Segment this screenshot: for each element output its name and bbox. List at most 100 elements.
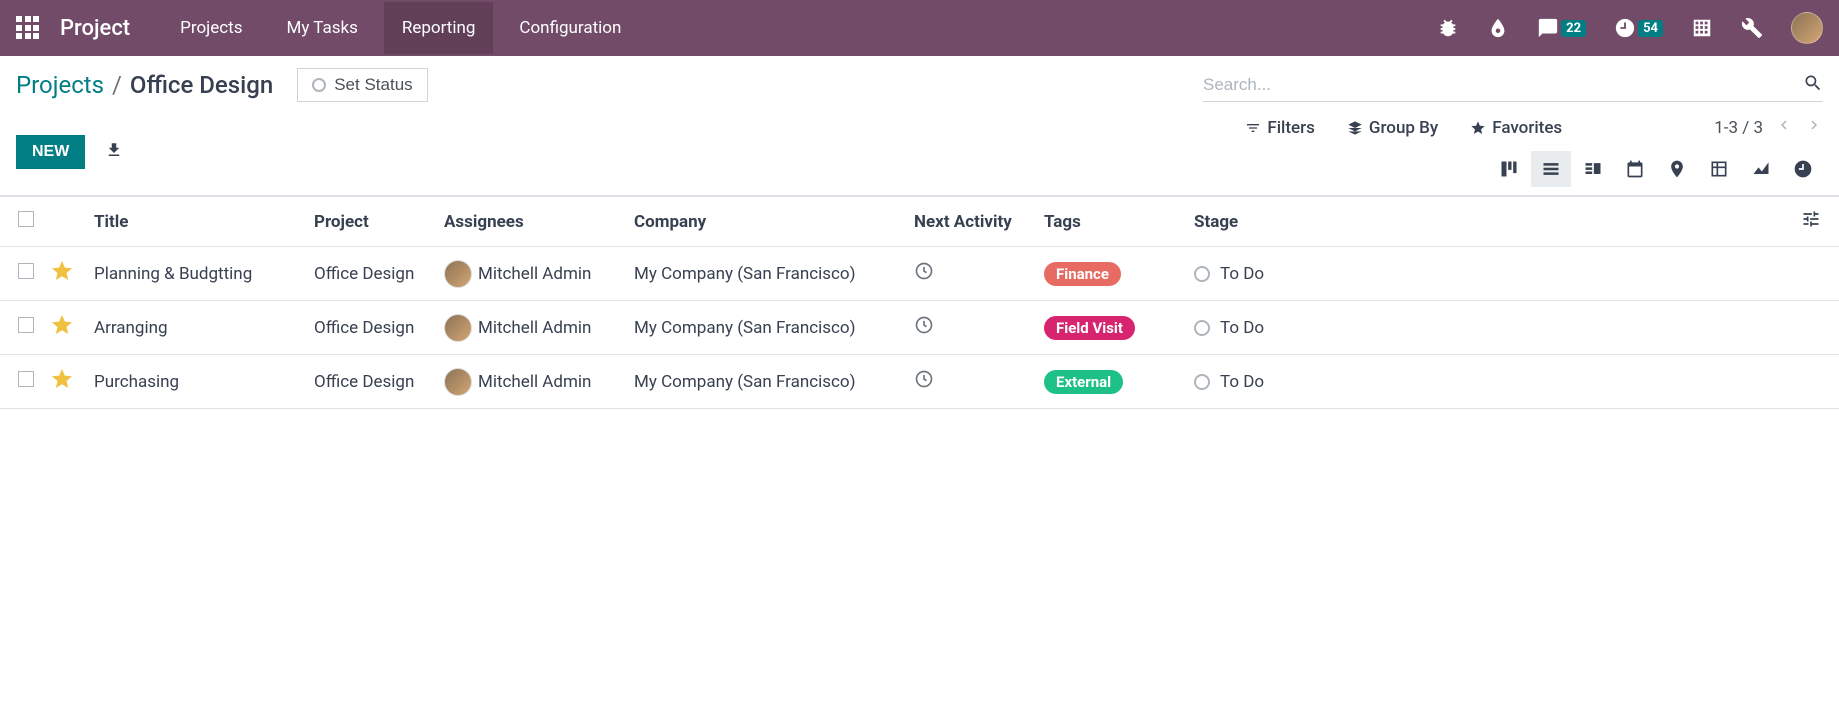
cell-activity[interactable]: [906, 355, 1036, 409]
search-icon[interactable]: [1803, 73, 1823, 97]
task-table: Title Project Assignees Company Next Act…: [0, 196, 1839, 409]
row-checkbox[interactable]: [18, 371, 34, 387]
nav-reporting[interactable]: Reporting: [384, 2, 494, 54]
search-options-row: Filters Group By Favorites 1-3 / 3: [1245, 116, 1823, 139]
cell-project: Office Design: [306, 355, 436, 409]
assignee-avatar: [444, 368, 472, 396]
table-row[interactable]: Planning & Budgtting Office Design Mitch…: [0, 247, 1839, 301]
filters-label: Filters: [1267, 118, 1315, 138]
cell-stage[interactable]: To Do: [1186, 247, 1793, 301]
messages-badge: 22: [1561, 20, 1586, 37]
tag-badge: Field Visit: [1044, 316, 1135, 340]
cell-activity[interactable]: [906, 301, 1036, 355]
col-assignees[interactable]: Assignees: [436, 197, 626, 247]
control-panel: Projects / Office Design Set Status NEW …: [0, 56, 1839, 196]
control-panel-row2: NEW Filters Group By Favorites 1-3 / 3: [16, 116, 1823, 187]
new-button[interactable]: NEW: [16, 135, 85, 169]
search-input[interactable]: [1203, 75, 1803, 95]
view-list-icon[interactable]: [1531, 151, 1571, 187]
group-by-button[interactable]: Group By: [1347, 118, 1438, 138]
cell-stage[interactable]: To Do: [1186, 301, 1793, 355]
clock-icon: [914, 320, 934, 340]
tools-icon[interactable]: [1741, 17, 1763, 39]
view-pivot-icon[interactable]: [1699, 151, 1739, 187]
star-icon[interactable]: [50, 322, 74, 342]
table-header-row: Title Project Assignees Company Next Act…: [0, 197, 1839, 247]
star-icon[interactable]: [50, 376, 74, 396]
messages-icon[interactable]: 22: [1537, 17, 1586, 39]
user-avatar[interactable]: [1791, 12, 1823, 44]
tag-badge: External: [1044, 370, 1123, 394]
calendar-icon[interactable]: [1487, 17, 1509, 39]
nav-projects[interactable]: Projects: [162, 2, 260, 54]
assignee-avatar: [444, 260, 472, 288]
pager-text[interactable]: 1-3 / 3: [1714, 118, 1763, 138]
table-row[interactable]: Purchasing Office Design Mitchell Admin …: [0, 355, 1839, 409]
breadcrumb: Projects / Office Design: [16, 71, 273, 99]
cell-assignee: Mitchell Admin: [436, 247, 626, 301]
col-title[interactable]: Title: [86, 197, 306, 247]
pager: 1-3 / 3: [1714, 116, 1823, 139]
set-status-label: Set Status: [334, 75, 412, 95]
status-circle-icon: [312, 78, 326, 92]
col-next-activity[interactable]: Next Activity: [906, 197, 1036, 247]
col-company[interactable]: Company: [626, 197, 906, 247]
cell-tags: Finance: [1036, 247, 1186, 301]
activities-icon[interactable]: 54: [1614, 17, 1663, 39]
row-checkbox[interactable]: [18, 317, 34, 333]
assignee-avatar: [444, 314, 472, 342]
favorites-button[interactable]: Favorites: [1470, 118, 1562, 138]
filters-button[interactable]: Filters: [1245, 118, 1315, 138]
control-panel-row1: Projects / Office Design Set Status: [16, 68, 1823, 102]
cell-activity[interactable]: [906, 247, 1036, 301]
view-switcher: [1489, 151, 1823, 187]
pager-prev-icon[interactable]: [1775, 116, 1793, 139]
col-tags[interactable]: Tags: [1036, 197, 1186, 247]
nav-configuration[interactable]: Configuration: [501, 2, 639, 54]
cell-title: Planning & Budgtting: [86, 247, 306, 301]
company-icon[interactable]: [1691, 17, 1713, 39]
col-project[interactable]: Project: [306, 197, 436, 247]
cell-title: Purchasing: [86, 355, 306, 409]
view-graph-icon[interactable]: [1741, 151, 1781, 187]
column-settings-icon[interactable]: [1801, 214, 1821, 234]
import-icon[interactable]: [105, 141, 123, 163]
stage-radio-icon: [1194, 320, 1210, 336]
debug-icon[interactable]: [1437, 17, 1459, 39]
table-row[interactable]: Arranging Office Design Mitchell Admin M…: [0, 301, 1839, 355]
cell-stage[interactable]: To Do: [1186, 355, 1793, 409]
activities-badge: 54: [1638, 20, 1663, 37]
control-panel-right: Filters Group By Favorites 1-3 / 3: [1245, 116, 1823, 187]
stage-radio-icon: [1194, 374, 1210, 390]
col-stage[interactable]: Stage: [1186, 197, 1793, 247]
cell-tags: Field Visit: [1036, 301, 1186, 355]
cell-company: My Company (San Francisco): [626, 355, 906, 409]
cell-assignee: Mitchell Admin: [436, 301, 626, 355]
app-title: Project: [60, 16, 130, 41]
pager-next-icon[interactable]: [1805, 116, 1823, 139]
search-bar: [1203, 69, 1823, 102]
cell-project: Office Design: [306, 247, 436, 301]
favorites-label: Favorites: [1492, 118, 1562, 138]
select-all-checkbox[interactable]: [18, 211, 34, 227]
apps-menu-icon[interactable]: [16, 16, 40, 40]
view-form-icon[interactable]: [1573, 151, 1613, 187]
breadcrumb-projects[interactable]: Projects: [16, 71, 104, 99]
view-calendar-icon[interactable]: [1615, 151, 1655, 187]
navbar-right: 22 54: [1437, 12, 1823, 44]
set-status-button[interactable]: Set Status: [297, 68, 427, 102]
star-icon[interactable]: [50, 268, 74, 288]
nav-my-tasks[interactable]: My Tasks: [268, 2, 375, 54]
cell-company: My Company (San Francisco): [626, 301, 906, 355]
row-checkbox[interactable]: [18, 263, 34, 279]
cell-tags: External: [1036, 355, 1186, 409]
view-map-icon[interactable]: [1657, 151, 1697, 187]
cell-assignee: Mitchell Admin: [436, 355, 626, 409]
view-kanban-icon[interactable]: [1489, 151, 1529, 187]
tag-badge: Finance: [1044, 262, 1121, 286]
group-by-label: Group By: [1369, 118, 1438, 138]
top-navbar: Project Projects My Tasks Reporting Conf…: [0, 0, 1839, 56]
navbar-left: Project Projects My Tasks Reporting Conf…: [16, 2, 639, 54]
cell-project: Office Design: [306, 301, 436, 355]
view-activity-icon[interactable]: [1783, 151, 1823, 187]
